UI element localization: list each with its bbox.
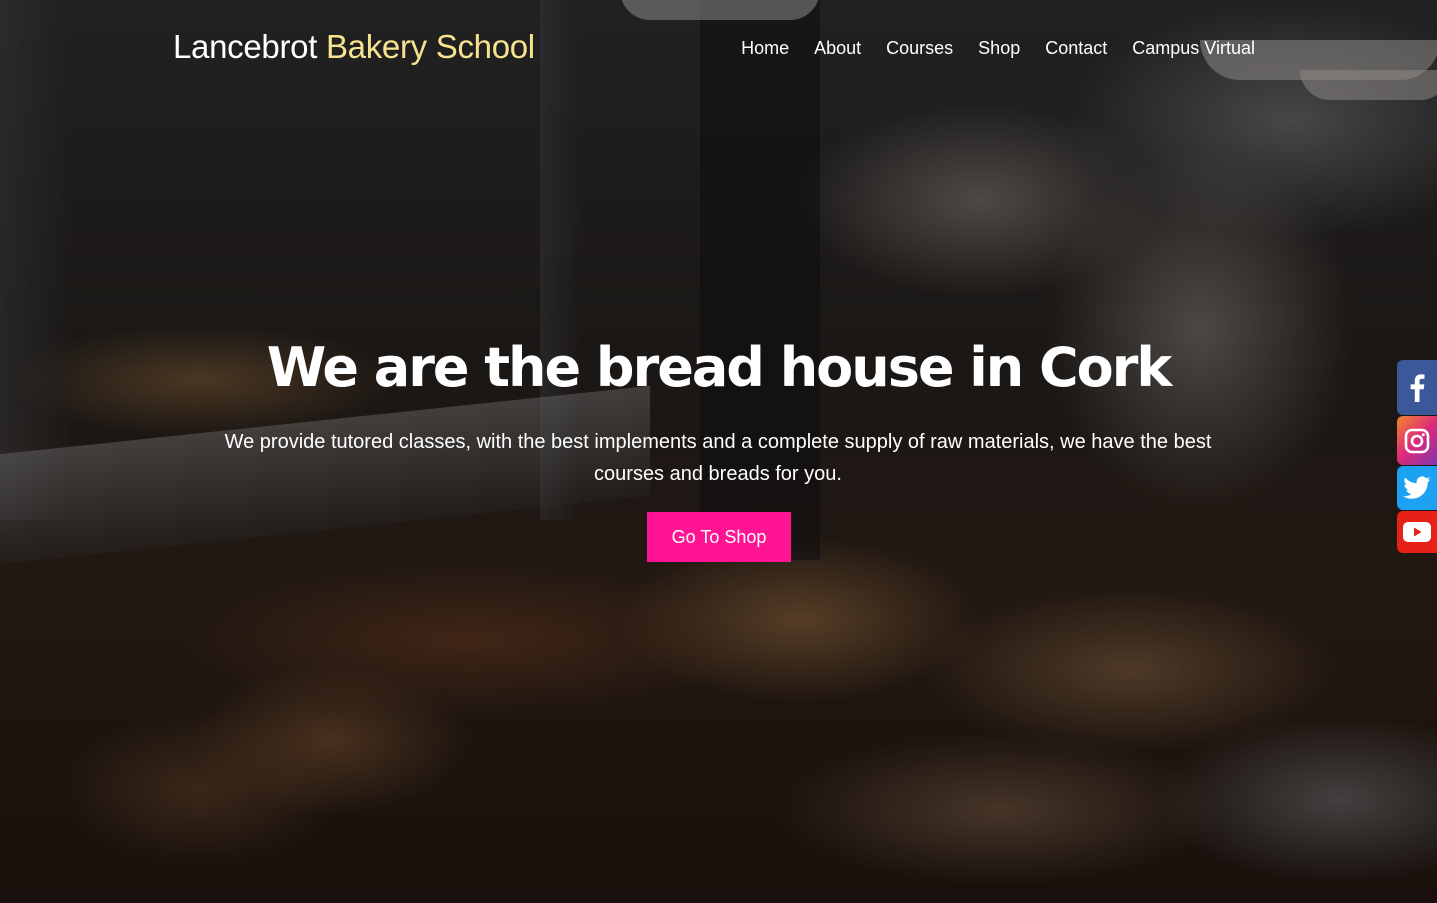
instagram-link[interactable] <box>1397 416 1437 465</box>
brand-name: Lancebrot <box>173 28 318 65</box>
twitter-icon <box>1403 476 1431 499</box>
hero-title: We are the bread house in Cork <box>266 336 1173 399</box>
hero-subtitle: We provide tutored classes, with the bes… <box>224 431 1212 485</box>
social-bar <box>1397 360 1437 553</box>
youtube-link[interactable] <box>1397 511 1437 553</box>
nav-home[interactable]: Home <box>741 38 789 59</box>
nav-courses[interactable]: Courses <box>886 38 953 59</box>
facebook-link[interactable] <box>1397 360 1437 415</box>
instagram-icon <box>1404 428 1430 453</box>
nav-contact[interactable]: Contact <box>1045 38 1107 59</box>
site-logo[interactable]: Lancebrot Bakery School <box>173 28 535 66</box>
go-to-shop-button[interactable]: Go To Shop <box>647 512 791 562</box>
nav-campus-virtual[interactable]: Campus Virtual <box>1132 38 1255 59</box>
main-nav: Home About Courses Shop Contact Campus V… <box>741 38 1255 59</box>
facebook-icon <box>1410 373 1425 402</box>
nav-about[interactable]: About <box>814 38 861 59</box>
twitter-link[interactable] <box>1397 466 1437 510</box>
youtube-icon <box>1403 522 1431 542</box>
nav-shop[interactable]: Shop <box>978 38 1020 59</box>
brand-accent: Bakery School <box>325 28 535 65</box>
